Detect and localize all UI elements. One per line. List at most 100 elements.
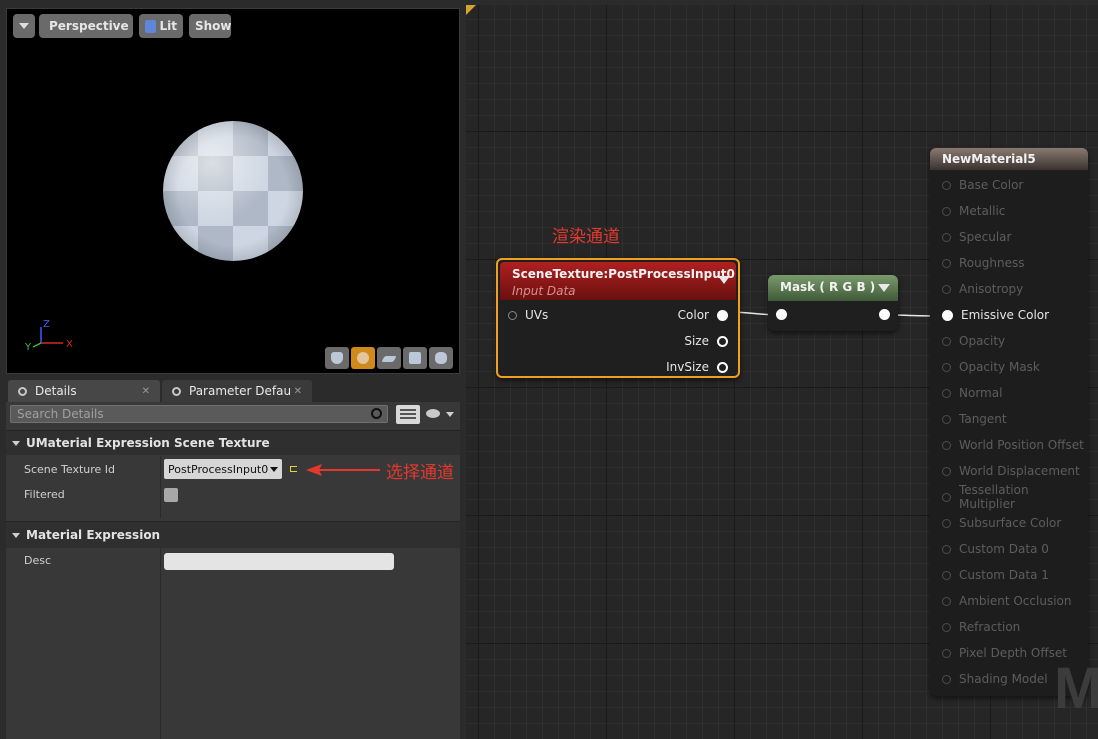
material-pin-world-position-offset[interactable]: World Position Offset bbox=[942, 435, 1084, 455]
material-pin-label: World Position Offset bbox=[959, 438, 1084, 452]
input-pin-icon bbox=[508, 310, 517, 320]
material-pin-opacity-mask[interactable]: Opacity Mask bbox=[942, 357, 1040, 377]
material-pin-roughness[interactable]: Roughness bbox=[942, 253, 1024, 273]
material-pin-metallic[interactable]: Metallic bbox=[942, 201, 1005, 221]
material-pin-refraction[interactable]: Refraction bbox=[942, 617, 1020, 637]
lit-cube-icon bbox=[145, 19, 156, 33]
mask-input-pin[interactable] bbox=[776, 309, 787, 320]
preview-mesh-button[interactable] bbox=[429, 347, 453, 369]
input-pin-icon bbox=[942, 284, 951, 294]
chevron-down-icon bbox=[270, 466, 279, 472]
mask-node[interactable]: Mask ( R G B ) bbox=[768, 275, 898, 331]
size-output-pin[interactable]: Size bbox=[684, 334, 728, 348]
material-pin-tangent[interactable]: Tangent bbox=[942, 409, 1007, 429]
scene-texture-node-header: SceneTexture:PostProcessInput0 Input Dat… bbox=[500, 262, 736, 300]
material-pin-label: Opacity Mask bbox=[959, 360, 1040, 374]
expand-caret-icon bbox=[12, 532, 20, 538]
scene-texture-id-dropdown[interactable]: PostProcessInput0 bbox=[164, 459, 282, 479]
desc-input[interactable] bbox=[164, 553, 394, 570]
preview-cube-button[interactable] bbox=[403, 347, 427, 369]
material-pin-world-displacement[interactable]: World Displacement bbox=[942, 461, 1080, 481]
material-pin-tessellation-multiplier[interactable]: Tessellation Multiplier bbox=[942, 483, 1088, 511]
material-pin-opacity[interactable]: Opacity bbox=[942, 331, 1005, 351]
material-preview-viewport[interactable]: Perspective Lit Show Z X Y bbox=[6, 8, 460, 374]
sphere-icon bbox=[357, 352, 369, 364]
uvs-input-pin[interactable]: UVs bbox=[508, 308, 548, 322]
list-view-icon[interactable] bbox=[396, 405, 420, 424]
input-pin-icon bbox=[942, 544, 951, 554]
material-pin-emissive-color[interactable]: Emissive Color bbox=[942, 305, 1049, 325]
material-pin-label: Subsurface Color bbox=[959, 516, 1062, 530]
material-pin-label: Emissive Color bbox=[961, 308, 1050, 322]
property-filtered: Filtered bbox=[6, 482, 460, 508]
material-pin-label: Normal bbox=[959, 386, 1003, 400]
material-pin-shading-model[interactable]: Shading Model bbox=[942, 669, 1048, 689]
material-pin-custom-data-1[interactable]: Custom Data 1 bbox=[942, 565, 1049, 585]
show-button[interactable]: Show bbox=[189, 14, 232, 38]
preview-cylinder-button[interactable] bbox=[325, 347, 349, 369]
search-icon[interactable] bbox=[371, 408, 382, 419]
input-pin-icon bbox=[942, 362, 951, 372]
axis-z-label: Z bbox=[43, 319, 50, 330]
chevron-down-icon bbox=[19, 23, 29, 29]
filtered-checkbox[interactable] bbox=[164, 488, 178, 502]
color-output-pin[interactable]: Color bbox=[678, 308, 728, 322]
search-details-input[interactable] bbox=[10, 405, 388, 423]
material-pin-pixel-depth-offset[interactable]: Pixel Depth Offset bbox=[942, 643, 1067, 663]
close-icon[interactable]: ✕ bbox=[142, 386, 150, 397]
section-material-expression[interactable]: Material Expression bbox=[6, 521, 460, 548]
material-pin-ambient-occlusion[interactable]: Ambient Occlusion bbox=[942, 591, 1071, 611]
material-pin-label: World Displacement bbox=[959, 464, 1080, 478]
input-pin-icon bbox=[942, 622, 951, 632]
chevron-down-icon[interactable] bbox=[878, 284, 890, 292]
input-pin-icon bbox=[942, 258, 951, 268]
annotation-arrow bbox=[306, 464, 380, 476]
tab-parameter-defaults[interactable]: Parameter Defaults ✕ bbox=[162, 380, 312, 402]
material-pin-subsurface-color[interactable]: Subsurface Color bbox=[942, 513, 1061, 533]
scene-texture-node[interactable]: SceneTexture:PostProcessInput0 Input Dat… bbox=[496, 258, 740, 378]
material-pin-anisotropy[interactable]: Anisotropy bbox=[942, 279, 1023, 299]
perspective-icon bbox=[43, 22, 47, 30]
tab-details[interactable]: Details ✕ bbox=[8, 380, 160, 402]
column-divider bbox=[160, 548, 161, 739]
viewport-options-button[interactable] bbox=[13, 14, 35, 38]
material-pin-label: Shading Model bbox=[959, 672, 1048, 686]
material-result-node[interactable]: NewMaterial5 Base Color Metallic Specular R… bbox=[930, 148, 1088, 696]
lit-button[interactable]: Lit bbox=[139, 14, 183, 38]
close-icon[interactable]: ✕ bbox=[294, 386, 302, 397]
input-pin-icon bbox=[942, 570, 951, 580]
material-pin-label: Anisotropy bbox=[959, 282, 1024, 296]
chevron-down-icon[interactable] bbox=[718, 276, 730, 284]
material-graph-canvas[interactable]: 渲染通道 SceneTexture:PostProcessInput0 Inpu… bbox=[466, 5, 1098, 739]
material-pin-label: Refraction bbox=[959, 620, 1021, 634]
scene-texture-node-title: SceneTexture:PostProcessInput0 bbox=[512, 267, 735, 281]
input-pin-icon bbox=[942, 596, 951, 606]
property-desc: Desc bbox=[6, 548, 460, 574]
chevron-down-icon[interactable] bbox=[446, 412, 454, 417]
reset-to-default-icon[interactable] bbox=[290, 466, 297, 472]
material-pin-normal[interactable]: Normal bbox=[942, 383, 1002, 403]
mask-node-header: Mask ( R G B ) bbox=[768, 275, 898, 301]
invsize-output-pin[interactable]: InvSize bbox=[666, 360, 728, 374]
preview-sphere-button[interactable] bbox=[351, 347, 375, 369]
material-pin-specular[interactable]: Specular bbox=[942, 227, 1011, 247]
material-pin-custom-data-0[interactable]: Custom Data 0 bbox=[942, 539, 1049, 559]
filtered-label: Filtered bbox=[24, 488, 65, 501]
cylinder-icon bbox=[331, 352, 343, 364]
material-pin-label: Tessellation Multiplier bbox=[958, 483, 1029, 511]
expand-caret-icon bbox=[12, 440, 20, 446]
section-umaterial-expression-scene-texture[interactable]: UMaterial Expression Scene Texture bbox=[6, 430, 460, 455]
teapot-icon bbox=[435, 352, 447, 364]
material-pin-label: Roughness bbox=[959, 256, 1025, 270]
perspective-button[interactable]: Perspective bbox=[39, 14, 133, 38]
eye-icon[interactable] bbox=[426, 409, 440, 418]
material-pin-label: Specular bbox=[959, 230, 1012, 244]
material-pin-base-color[interactable]: Base Color bbox=[942, 175, 1023, 195]
input-pin-icon bbox=[942, 180, 951, 190]
input-pin-icon bbox=[942, 466, 951, 476]
mask-output-pin[interactable] bbox=[879, 309, 890, 320]
plane-icon bbox=[381, 356, 397, 362]
preview-shape-toolbar bbox=[325, 347, 453, 369]
preview-plane-button[interactable] bbox=[377, 347, 401, 369]
output-pin-icon bbox=[717, 361, 728, 373]
